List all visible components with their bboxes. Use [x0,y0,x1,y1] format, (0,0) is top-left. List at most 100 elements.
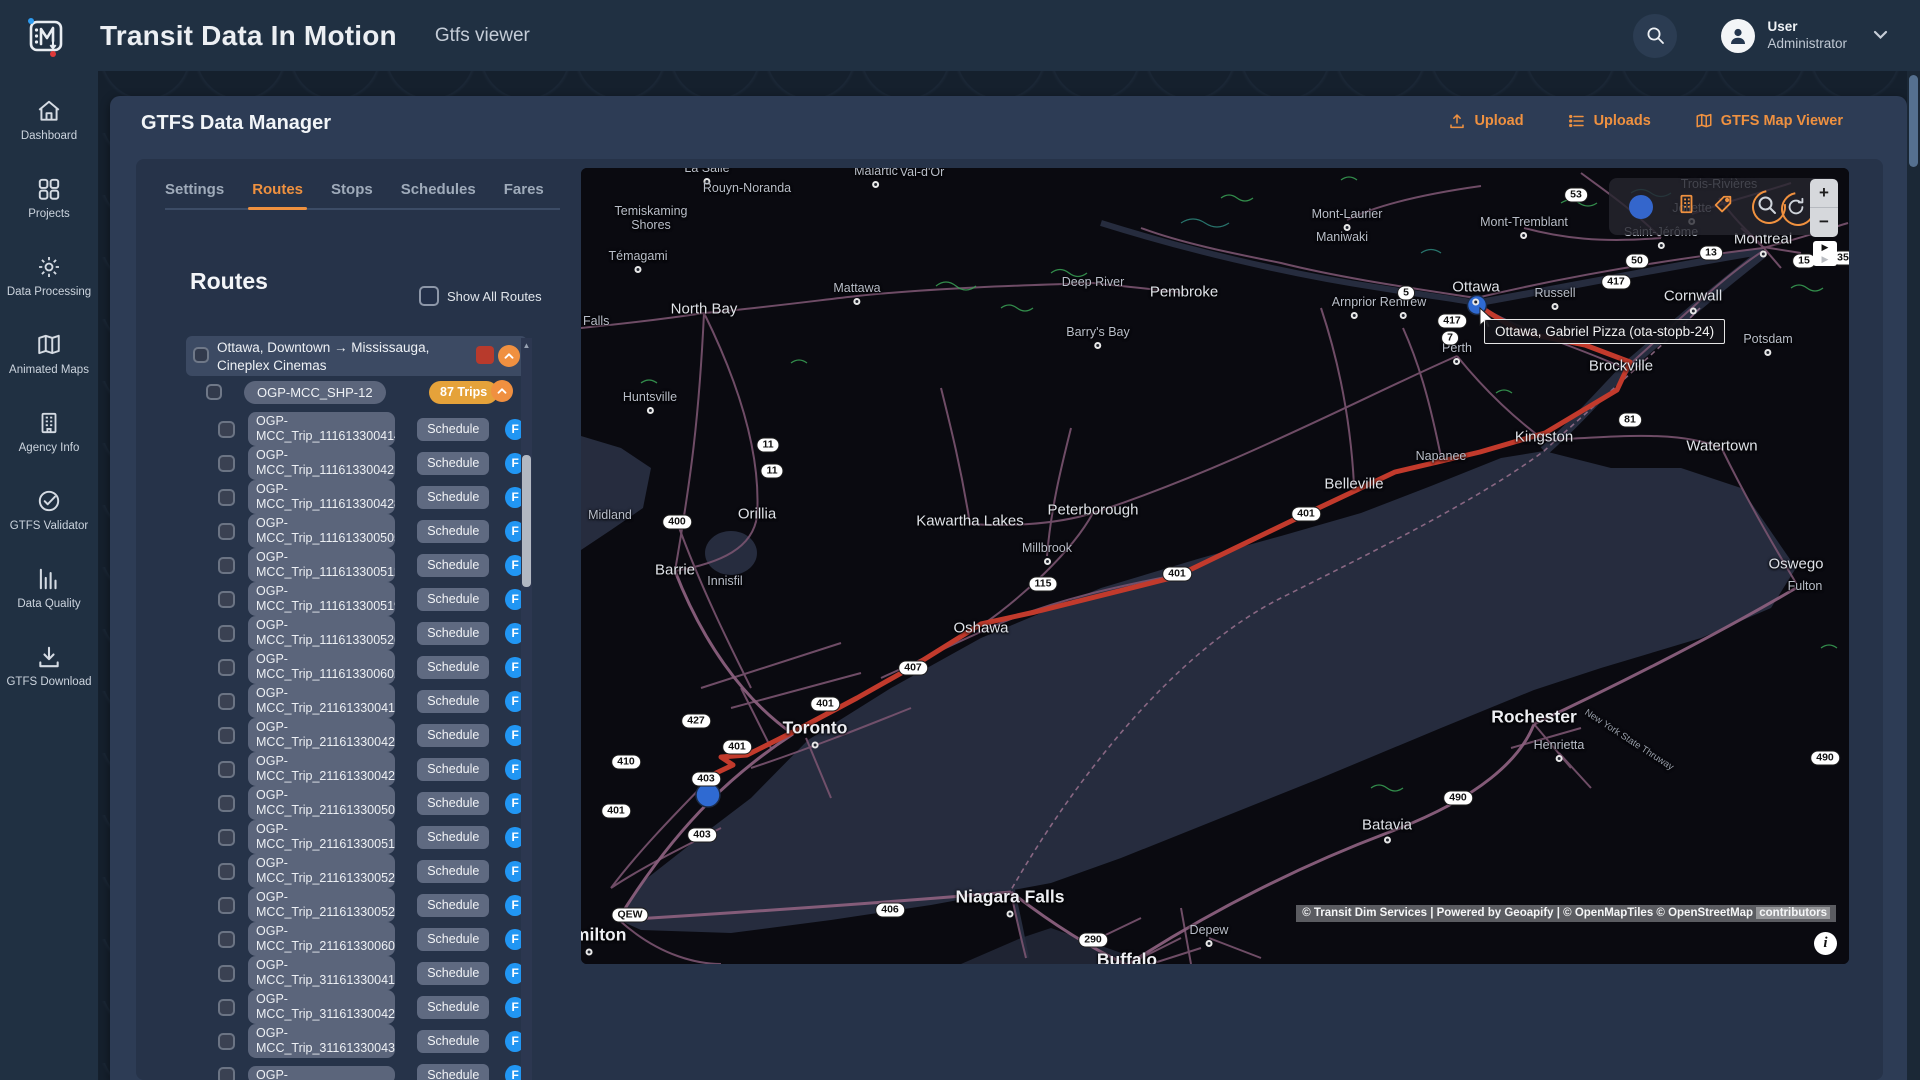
trip-checkbox[interactable] [218,455,235,472]
sidebar-item-animated-maps[interactable]: Animated Maps [0,315,98,393]
trip-checkbox[interactable] [218,897,235,914]
trip-checkbox[interactable] [218,625,235,642]
trip-id-pill[interactable]: OGP-MCC_Trip_11161330042825 [248,480,395,514]
zoom-out-button[interactable]: − [1810,208,1838,236]
route-collapse-button[interactable] [498,345,520,367]
schedule-button[interactable]: Schedule [417,1064,489,1080]
schedule-button[interactable]: Schedule [417,860,489,883]
tab-schedules[interactable]: Schedules [401,181,476,208]
trip-checkbox[interactable] [218,863,235,880]
sidebar-item-data-processing[interactable]: Data Processing [0,237,98,315]
schedule-button[interactable]: Schedule [417,928,489,951]
schedule-button[interactable]: Schedule [417,418,489,441]
user-menu-button[interactable] [1873,27,1888,45]
scroll-up-arrow[interactable]: ▲ [522,341,531,350]
trip-checkbox[interactable] [218,761,235,778]
trip-id-pill[interactable]: OGP-MCC_Trip_31161330043025 [248,1024,395,1058]
trip-id-pill[interactable]: OGP-MCC_Trip_11161330052625 [248,616,395,650]
zoom-in-button[interactable]: + [1810,179,1838,207]
trip-id-pill[interactable]: OGP-MCC_Trip_11161330050525 [248,514,395,548]
trip-checkbox[interactable] [218,1067,235,1080]
trip-checkbox[interactable] [218,489,235,506]
upload-button[interactable]: Upload [1448,112,1523,130]
schedule-button[interactable]: Schedule [417,520,489,543]
trip-checkbox[interactable] [218,557,235,574]
schedule-button[interactable]: Schedule [417,724,489,747]
tab-routes[interactable]: Routes [252,181,303,208]
trip-id-pill[interactable]: OGP-MCC_Trip_11161330042125 [248,446,395,480]
schedule-button[interactable]: Schedule [417,1030,489,1053]
gtfs-map-viewer-button[interactable]: GTFS Map Viewer [1695,112,1843,130]
sidebar-item-projects[interactable]: Projects [0,159,98,237]
layer-toggle-blue-circle[interactable] [1629,195,1653,219]
trip-checkbox[interactable] [218,829,235,846]
page-scrollbar-thumb[interactable] [1909,75,1918,167]
trip-checkbox[interactable] [218,591,235,608]
search-button[interactable] [1633,14,1677,58]
trip-id-pill[interactable]: OGP-MCC_Trip_31161330041625 [248,956,395,990]
trip-id-pill[interactable]: OGP-MCC_Trip_21161330051325 [248,820,395,854]
trip-checkbox[interactable] [218,965,235,982]
attribution-info-button[interactable]: i [1814,932,1837,955]
trip-id-pill[interactable]: OGP-MCC_Trip_11161330051925 [248,582,395,616]
labels-layer-button[interactable] [1712,194,1734,216]
trip-checkbox[interactable] [218,659,235,676]
show-all-routes-checkbox[interactable] [419,286,439,306]
schedule-button[interactable]: Schedule [417,690,489,713]
user-info[interactable]: User Administrator [1767,19,1847,53]
trip-id-pill[interactable]: OGP-MCC_Trip_21161330060325 [248,922,395,956]
trip-id-pill[interactable]: OGP-MCC_Trip_21161330042225 [248,718,395,752]
sidebar-item-gtfs-download[interactable]: GTFS Download [0,627,98,705]
schedule-button[interactable]: Schedule [417,588,489,611]
sidebar-item-gtfs-validator[interactable]: GTFS Validator [0,471,98,549]
trip-id-pill[interactable]: OGP-MCC_Trip_21161330042925 [248,752,395,786]
schedule-button[interactable]: Schedule [417,758,489,781]
schedule-button[interactable]: Schedule [417,452,489,475]
schedule-button[interactable]: Schedule [417,554,489,577]
trips-scrollbar[interactable]: ▲ [521,338,532,1080]
shape-checkbox[interactable] [206,384,222,400]
map-refresh-button[interactable] [1785,196,1807,218]
map-search-button[interactable] [1756,194,1778,216]
shape-id-pill[interactable]: OGP-MCC_SHP-12 [244,381,386,404]
trip-id-pill[interactable]: OGP-MCC_Trip_11161330051225 [248,548,395,582]
schedule-button[interactable]: Schedule [417,622,489,645]
trip-id-pill[interactable]: OGP-MCC_Trip_31161330042325 [248,990,395,1024]
trip-id-pill[interactable]: OGP- [248,1066,395,1080]
tab-settings[interactable]: Settings [165,181,224,208]
trip-checkbox[interactable] [218,523,235,540]
schedule-button[interactable]: Schedule [417,486,489,509]
sidebar-item-agency-info[interactable]: Agency Info [0,393,98,471]
trip-checkbox[interactable] [218,727,235,744]
schedule-button[interactable]: Schedule [417,656,489,679]
uploads-button[interactable]: Uploads [1568,112,1651,130]
user-avatar[interactable] [1721,19,1755,53]
trip-checkbox[interactable] [218,931,235,948]
page-scrollbar[interactable] [1907,71,1920,1080]
sidebar-item-dashboard[interactable]: Dashboard [0,81,98,159]
trip-id-pill[interactable]: OGP-MCC_Trip_21161330052725 [248,888,395,922]
trip-id-pill[interactable]: OGP-MCC_Trip_21161330041525 [248,684,395,718]
trip-id-pill[interactable]: OGP-MCC_Trip_11161330060225 [248,650,395,684]
play-button[interactable]: ▶ ▶ [1813,241,1837,266]
stops-layer-button[interactable] [1675,192,1697,216]
trip-checkbox[interactable] [218,693,235,710]
trip-id-pill[interactable]: OGP-MCC_Trip_21161330050625 [248,786,395,820]
route-checkbox[interactable] [193,347,209,363]
scrollbar-thumb[interactable] [522,455,531,587]
sidebar-item-data-quality[interactable]: Data Quality [0,549,98,627]
route-group-row[interactable]: Ottawa, Downtown → Mississauga, Cineplex… [186,336,527,376]
trip-checkbox[interactable] [218,421,235,438]
schedule-button[interactable]: Schedule [417,792,489,815]
tab-stops[interactable]: Stops [331,181,373,208]
schedule-button[interactable]: Schedule [417,826,489,849]
schedule-button[interactable]: Schedule [417,996,489,1019]
gtfs-map[interactable]: La SalleRouyn-NorandaMalarticVal-d'OrTem… [581,168,1849,964]
trip-checkbox[interactable] [218,1033,235,1050]
trip-id-pill[interactable]: OGP-MCC_Trip_11161330041425 [248,412,395,446]
schedule-button[interactable]: Schedule [417,962,489,985]
trip-id-pill[interactable]: OGP-MCC_Trip_21161330052025 [248,854,395,888]
shape-collapse-button[interactable] [491,380,513,402]
schedule-button[interactable]: Schedule [417,894,489,917]
tab-fares[interactable]: Fares [504,181,544,208]
